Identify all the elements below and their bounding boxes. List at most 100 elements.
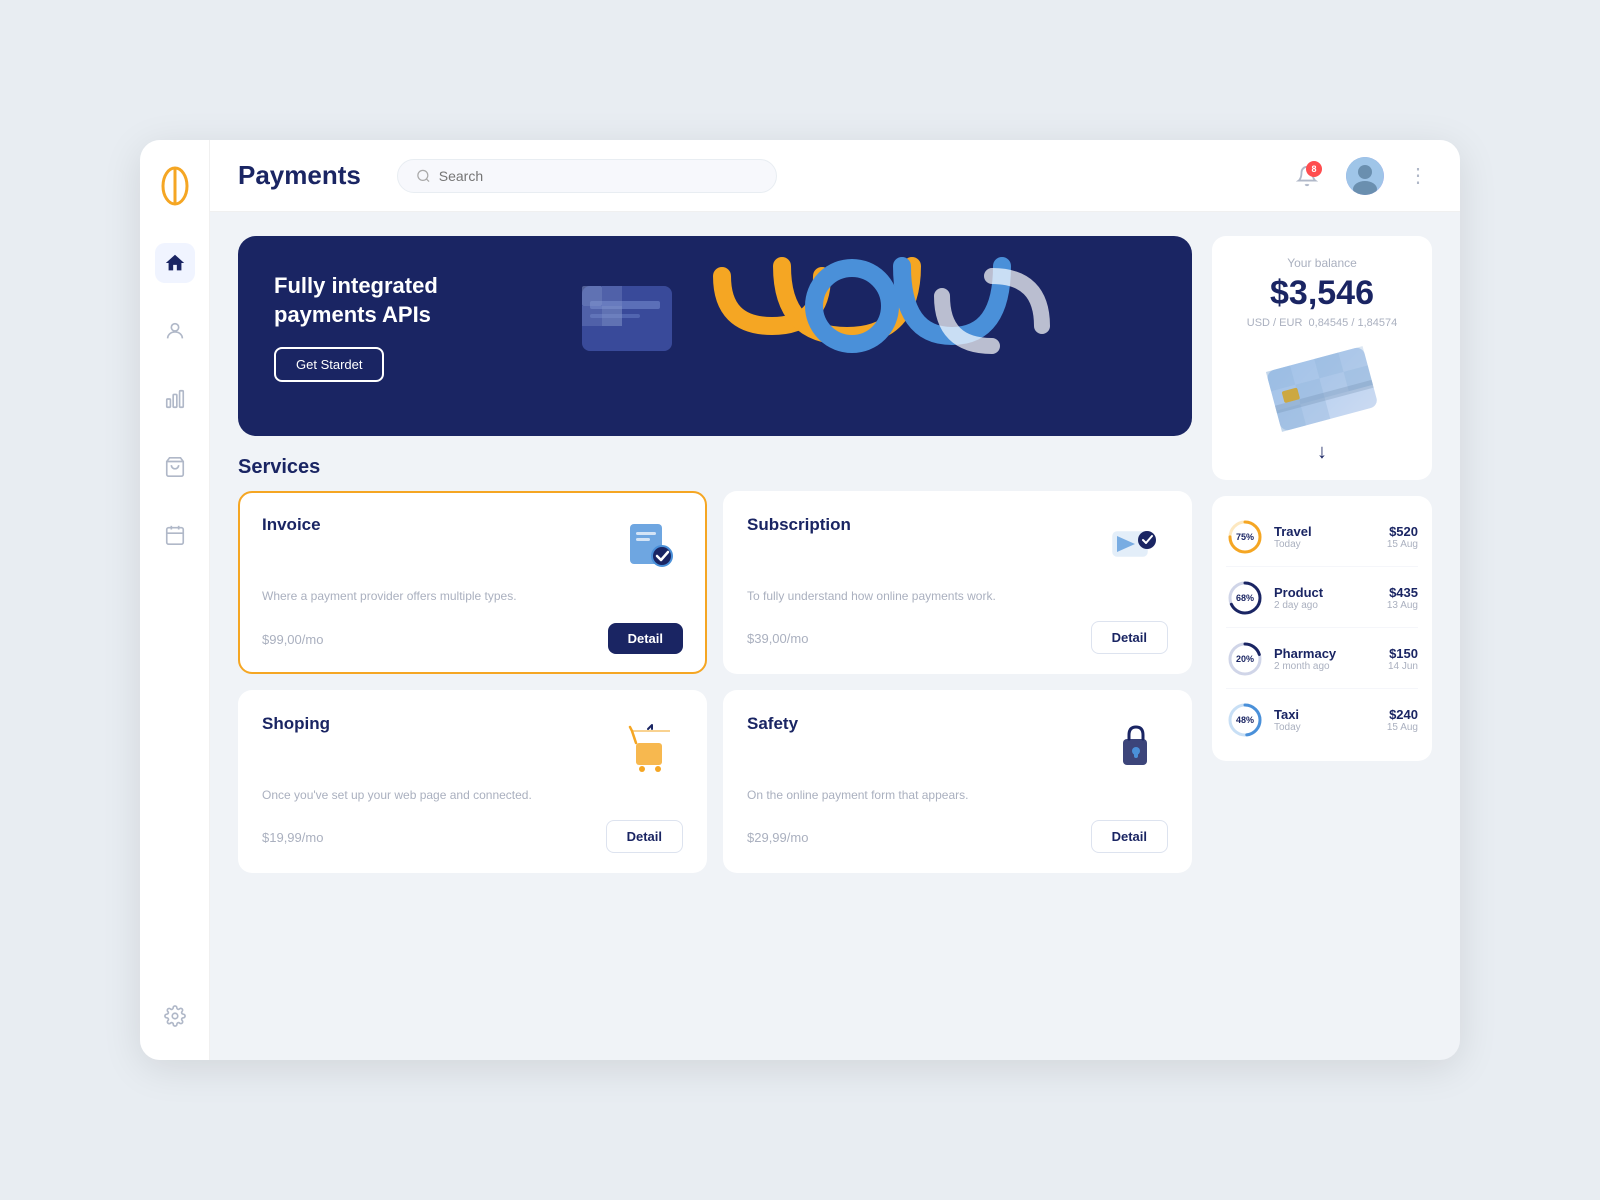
txn-date: Today: [1274, 539, 1377, 550]
service-desc-subscription: To fully understand how online payments …: [747, 587, 1168, 605]
service-card-subscription-header: Subscription: [747, 515, 1168, 579]
search-bar[interactable]: [397, 159, 777, 193]
txn-day: 14 Jun: [1388, 661, 1418, 672]
search-icon: [416, 168, 431, 184]
txn-day: 15 Aug: [1387, 722, 1418, 733]
invoice-icon: [619, 515, 683, 579]
txn-name: Travel: [1274, 524, 1377, 539]
safety-detail-button[interactable]: Detail: [1091, 820, 1168, 853]
txn-info: Taxi Today: [1274, 707, 1377, 733]
app-shell: Payments 8 ⋮ Fully int: [140, 140, 1460, 1060]
main-area: Payments 8 ⋮ Fully int: [210, 140, 1460, 1060]
txn-info: Product 2 day ago: [1274, 585, 1377, 611]
txn-name: Taxi: [1274, 707, 1377, 722]
hero-decoration: [552, 246, 1172, 436]
txn-info: Travel Today: [1274, 524, 1377, 550]
service-price-shoping: $19,99/mo: [262, 826, 323, 847]
transaction-item: 20% Pharmacy 2 month ago $150 14 Jun: [1226, 630, 1418, 689]
service-price-subscription: $39,00/mo: [747, 627, 808, 648]
service-price-invoice: $99,00/mo: [262, 628, 323, 649]
service-footer-invoice: $99,00/mo Detail: [262, 623, 683, 654]
transaction-item: 68% Product 2 day ago $435 13 Aug: [1226, 569, 1418, 628]
sidebar-nav: [155, 243, 195, 996]
txn-percent: 75%: [1236, 532, 1254, 542]
balance-rate: USD / EUR 0,84545 / 1,84574: [1230, 317, 1414, 329]
txn-info: Pharmacy 2 month ago: [1274, 646, 1378, 672]
txn-name: Pharmacy: [1274, 646, 1378, 661]
service-name-subscription: Subscription: [747, 515, 851, 535]
page-title: Payments: [238, 160, 361, 191]
notification-badge: 8: [1306, 161, 1322, 177]
txn-date: 2 month ago: [1274, 661, 1378, 672]
hero-title: Fully integrated payments APIs: [274, 272, 438, 329]
sidebar-item-profile[interactable]: [155, 311, 195, 351]
txn-name: Product: [1274, 585, 1377, 600]
service-footer-subscription: $39,00/mo Detail: [747, 621, 1168, 654]
txn-amount: $240 15 Aug: [1387, 707, 1418, 733]
service-card-invoice: Invoice Where a payment provider offers …: [238, 491, 707, 674]
sidebar-item-settings[interactable]: [155, 996, 195, 1036]
service-name-shoping: Shoping: [262, 714, 330, 734]
service-card-safety-header: Safety: [747, 714, 1168, 778]
txn-percent: 48%: [1236, 715, 1254, 725]
safety-icon: [1104, 714, 1168, 778]
subscription-detail-button[interactable]: Detail: [1091, 621, 1168, 654]
shoping-icon: [619, 714, 683, 778]
txn-amount: $520 15 Aug: [1387, 524, 1418, 550]
service-price-safety: $29,99/mo: [747, 826, 808, 847]
txn-date: Today: [1274, 722, 1377, 733]
service-desc-safety: On the online payment form that appears.: [747, 786, 1168, 804]
avatar[interactable]: [1346, 157, 1384, 195]
service-footer-shoping: $19,99/mo Detail: [262, 820, 683, 853]
main-content: Fully integrated payments APIs Get Stard…: [238, 236, 1192, 1036]
sidebar: [140, 140, 210, 1060]
right-panel: Your balance $3,546 USD / EUR 0,84545 / …: [1212, 236, 1432, 1036]
service-desc-invoice: Where a payment provider offers multiple…: [262, 587, 683, 607]
card-arrow: ↓: [1230, 441, 1414, 464]
more-button[interactable]: ⋮: [1404, 163, 1432, 188]
service-name-safety: Safety: [747, 714, 798, 734]
services-title: Services: [238, 456, 1192, 479]
txn-value: $150: [1388, 646, 1418, 661]
txn-ring: 68%: [1226, 579, 1264, 617]
service-card-safety: Safety On the online payment form that a…: [723, 690, 1192, 873]
services-grid: Invoice Where a payment provider offers …: [238, 491, 1192, 873]
service-name-invoice: Invoice: [262, 515, 321, 535]
txn-ring: 48%: [1226, 701, 1264, 739]
balance-label: Your balance: [1230, 256, 1414, 270]
txn-value: $435: [1387, 585, 1418, 600]
content-area: Fully integrated payments APIs Get Stard…: [210, 212, 1460, 1060]
txn-day: 15 Aug: [1387, 539, 1418, 550]
credit-card-visual: [1230, 343, 1414, 433]
hero-text: Fully integrated payments APIs Get Stard…: [274, 272, 438, 382]
sidebar-item-shop[interactable]: [155, 447, 195, 487]
transaction-list: 75% Travel Today $520 15 Aug 68% Product…: [1212, 496, 1432, 761]
service-desc-shoping: Once you've set up your web page and con…: [262, 786, 683, 804]
balance-amount: $3,546: [1230, 274, 1414, 313]
notification-bell[interactable]: 8: [1288, 157, 1326, 195]
header: Payments 8 ⋮: [210, 140, 1460, 212]
sidebar-item-calendar[interactable]: [155, 515, 195, 555]
txn-percent: 68%: [1236, 593, 1254, 603]
hero-banner: Fully integrated payments APIs Get Stard…: [238, 236, 1192, 436]
transaction-item: 48% Taxi Today $240 15 Aug: [1226, 691, 1418, 749]
txn-ring: 20%: [1226, 640, 1264, 678]
search-input[interactable]: [439, 168, 758, 184]
shoping-detail-button[interactable]: Detail: [606, 820, 683, 853]
get-started-button[interactable]: Get Stardet: [274, 347, 384, 382]
txn-value: $520: [1387, 524, 1418, 539]
txn-amount: $150 14 Jun: [1388, 646, 1418, 672]
service-card-subscription: Subscription To fully understand how onl…: [723, 491, 1192, 674]
invoice-detail-button[interactable]: Detail: [608, 623, 683, 654]
service-card-shoping-header: Shoping: [262, 714, 683, 778]
txn-date: 2 day ago: [1274, 600, 1377, 611]
sidebar-item-analytics[interactable]: [155, 379, 195, 419]
txn-day: 13 Aug: [1387, 600, 1418, 611]
subscription-icon: [1104, 515, 1168, 579]
sidebar-item-home[interactable]: [155, 243, 195, 283]
service-card-invoice-header: Invoice: [262, 515, 683, 579]
txn-percent: 20%: [1236, 654, 1254, 664]
txn-ring: 75%: [1226, 518, 1264, 556]
logo[interactable]: [157, 164, 193, 213]
transaction-item: 75% Travel Today $520 15 Aug: [1226, 508, 1418, 567]
